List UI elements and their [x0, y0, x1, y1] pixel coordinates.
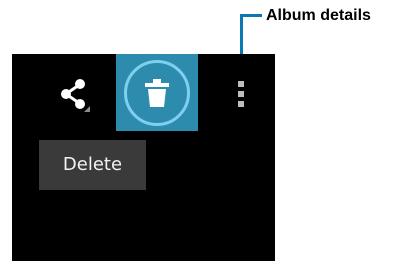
share-icon: [61, 79, 90, 112]
callout-line-horizontal: [240, 14, 262, 17]
callout-line-vertical: [240, 14, 243, 54]
more-vertical-icon: [238, 81, 244, 107]
share-button[interactable]: [52, 72, 100, 120]
gallery-action-bar: Delete: [12, 54, 275, 261]
delete-tooltip: Delete: [39, 140, 146, 190]
trash-icon: [145, 79, 169, 107]
album-details-callout-label: Album details: [266, 7, 371, 24]
delete-button[interactable]: [116, 54, 198, 131]
overflow-menu-button[interactable]: [230, 76, 252, 112]
